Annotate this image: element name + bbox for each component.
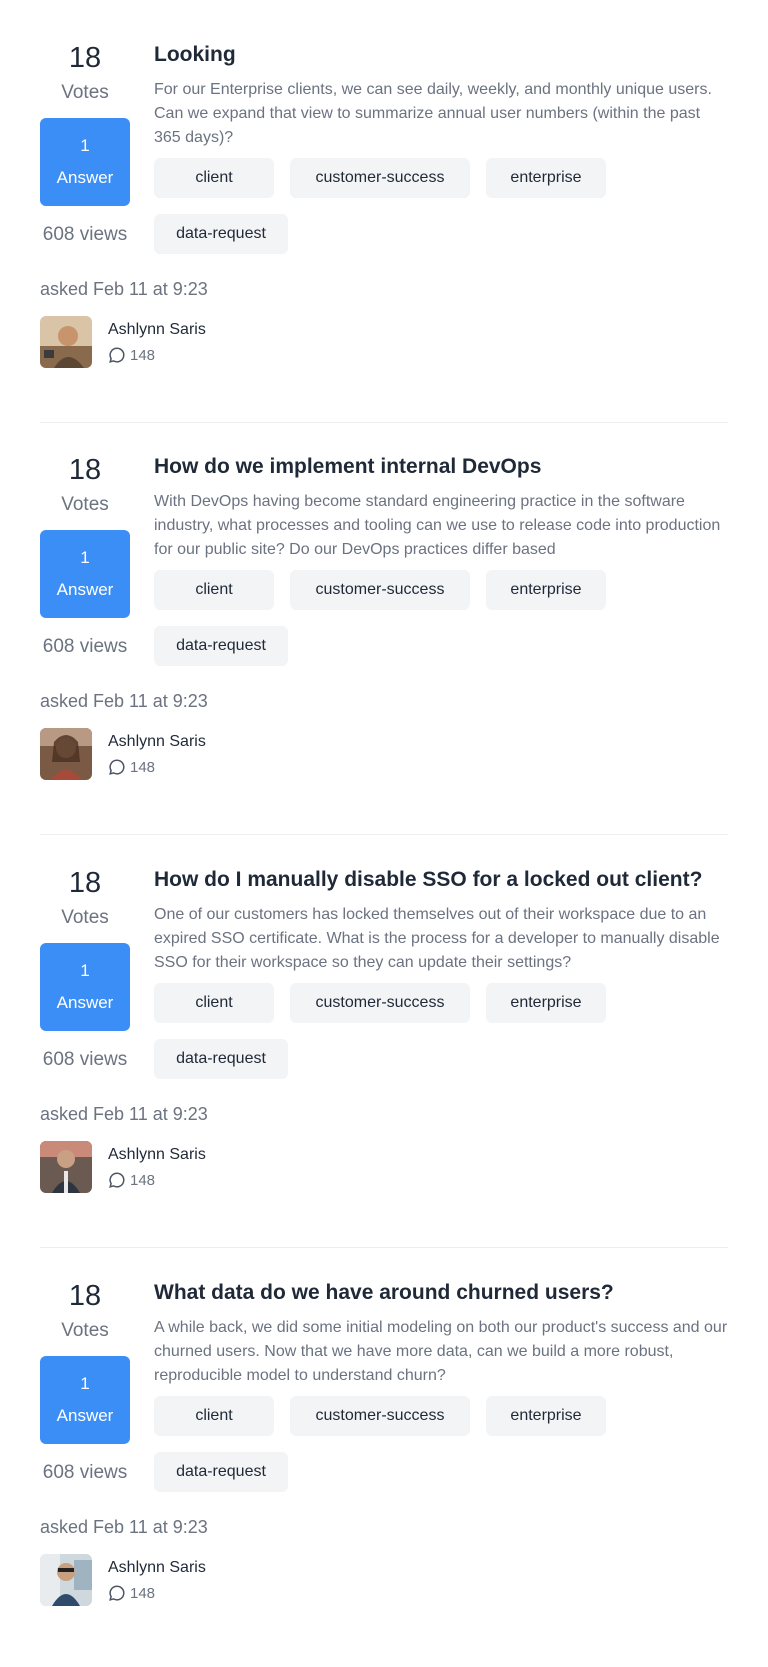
tag-list: client customer-success enterprise data-… xyxy=(154,570,614,666)
answer-label: Answer xyxy=(56,993,114,1012)
avatar[interactable] xyxy=(40,728,92,780)
asked-timestamp: asked Feb 11 at 9:23 xyxy=(40,1517,208,1537)
question-title[interactable]: Looking xyxy=(154,40,728,70)
answer-label: Answer xyxy=(56,1406,114,1425)
views-count: 608 views xyxy=(42,636,128,657)
votes-count: 18 xyxy=(68,42,102,74)
question-content: How do I manually disable SSO for a lock… xyxy=(154,865,728,1079)
votes-label: Votes xyxy=(61,1320,109,1341)
votes-count: 18 xyxy=(68,1280,102,1312)
answer-count: 1 xyxy=(80,961,90,980)
tag-customer-success[interactable]: customer-success xyxy=(290,158,470,198)
question-card: 18 Votes 1 Answer 608 views Looking For … xyxy=(40,40,728,423)
comment-bubble-icon xyxy=(109,347,125,363)
tag-enterprise[interactable]: enterprise xyxy=(486,570,606,610)
question-content: What data do we have around churned user… xyxy=(154,1278,728,1492)
comment-count-value: 148 xyxy=(130,759,156,776)
question-card: 18 Votes 1 Answer 608 views How do I man… xyxy=(40,865,728,1248)
answer-count-button[interactable]: 1 Answer xyxy=(40,118,130,206)
tag-client[interactable]: client xyxy=(154,983,274,1023)
question-title[interactable]: How do I manually disable SSO for a lock… xyxy=(154,865,728,895)
views-count: 608 views xyxy=(42,224,128,245)
tag-data-request[interactable]: data-request xyxy=(154,1452,288,1492)
answer-count: 1 xyxy=(80,1374,90,1393)
votes-count: 18 xyxy=(68,867,102,899)
comment-count: 148 xyxy=(108,1171,155,1191)
author-name[interactable]: Ashlynn Saris xyxy=(108,320,206,340)
comment-count: 148 xyxy=(108,758,155,778)
comment-bubble-icon xyxy=(109,1585,125,1601)
tag-data-request[interactable]: data-request xyxy=(154,214,288,254)
question-stats: 18 Votes 1 Answer 608 views xyxy=(40,452,130,660)
answer-label: Answer xyxy=(56,580,114,599)
answer-count-button[interactable]: 1 Answer xyxy=(40,943,130,1031)
answer-count-button[interactable]: 1 Answer xyxy=(40,1356,130,1444)
comment-bubble-icon xyxy=(109,759,125,775)
tag-customer-success[interactable]: customer-success xyxy=(290,1396,470,1436)
answer-count-button[interactable]: 1 Answer xyxy=(40,530,130,618)
question-stats: 18 Votes 1 Answer 608 views xyxy=(40,1278,130,1486)
answer-count: 1 xyxy=(80,136,90,155)
comment-count-value: 148 xyxy=(130,347,156,364)
question-content: How do we implement internal DevOps With… xyxy=(154,452,728,666)
author-name[interactable]: Ashlynn Saris xyxy=(108,1558,206,1578)
avatar[interactable] xyxy=(40,316,92,368)
tag-enterprise[interactable]: enterprise xyxy=(486,158,606,198)
tag-client[interactable]: client xyxy=(154,570,274,610)
tag-enterprise[interactable]: enterprise xyxy=(486,983,606,1023)
tag-customer-success[interactable]: customer-success xyxy=(290,570,470,610)
divider xyxy=(40,1247,728,1248)
tag-client[interactable]: client xyxy=(154,1396,274,1436)
question-excerpt: One of our customers has locked themselv… xyxy=(154,906,720,971)
question-stats: 18 Votes 1 Answer 608 views xyxy=(40,40,130,248)
divider xyxy=(40,422,728,423)
question-excerpt: For our Enterprise clients, we can see d… xyxy=(154,81,712,146)
question-excerpt: A while back, we did some initial modeli… xyxy=(154,1319,728,1384)
comment-bubble-icon xyxy=(109,1172,125,1188)
avatar[interactable] xyxy=(40,1141,92,1193)
votes-label: Votes xyxy=(61,907,109,928)
comment-count: 148 xyxy=(108,1584,155,1604)
comment-count-value: 148 xyxy=(130,1172,156,1189)
comment-count: 148 xyxy=(108,346,155,366)
answer-count: 1 xyxy=(80,548,90,567)
answer-label: Answer xyxy=(56,168,114,187)
asked-timestamp: asked Feb 11 at 9:23 xyxy=(40,279,208,299)
tag-list: client customer-success enterprise data-… xyxy=(154,983,614,1079)
question-title[interactable]: How do we implement internal DevOps xyxy=(154,452,728,482)
question-card: 18 Votes 1 Answer 608 views How do we im… xyxy=(40,452,728,835)
divider xyxy=(40,834,728,835)
asked-timestamp: asked Feb 11 at 9:23 xyxy=(40,1104,208,1124)
tag-list: client customer-success enterprise data-… xyxy=(154,1396,614,1492)
votes-label: Votes xyxy=(61,82,109,103)
views-count: 608 views xyxy=(42,1462,128,1483)
tag-data-request[interactable]: data-request xyxy=(154,626,288,666)
question-card: 18 Votes 1 Answer 608 views What data do… xyxy=(40,1278,728,1648)
votes-count: 18 xyxy=(68,454,102,486)
question-excerpt: With DevOps having become standard engin… xyxy=(154,493,721,558)
votes-label: Votes xyxy=(61,494,109,515)
tag-enterprise[interactable]: enterprise xyxy=(486,1396,606,1436)
tag-data-request[interactable]: data-request xyxy=(154,1039,288,1079)
avatar[interactable] xyxy=(40,1554,92,1606)
author-name[interactable]: Ashlynn Saris xyxy=(108,1145,206,1165)
tag-customer-success[interactable]: customer-success xyxy=(290,983,470,1023)
question-content: Looking For our Enterprise clients, we c… xyxy=(154,40,728,254)
author-name[interactable]: Ashlynn Saris xyxy=(108,732,206,752)
question-stats: 18 Votes 1 Answer 608 views xyxy=(40,865,130,1073)
question-title[interactable]: What data do we have around churned user… xyxy=(154,1278,728,1308)
tag-list: client customer-success enterprise data-… xyxy=(154,158,614,254)
asked-timestamp: asked Feb 11 at 9:23 xyxy=(40,691,208,711)
views-count: 608 views xyxy=(42,1049,128,1070)
comment-count-value: 148 xyxy=(130,1585,156,1602)
tag-client[interactable]: client xyxy=(154,158,274,198)
